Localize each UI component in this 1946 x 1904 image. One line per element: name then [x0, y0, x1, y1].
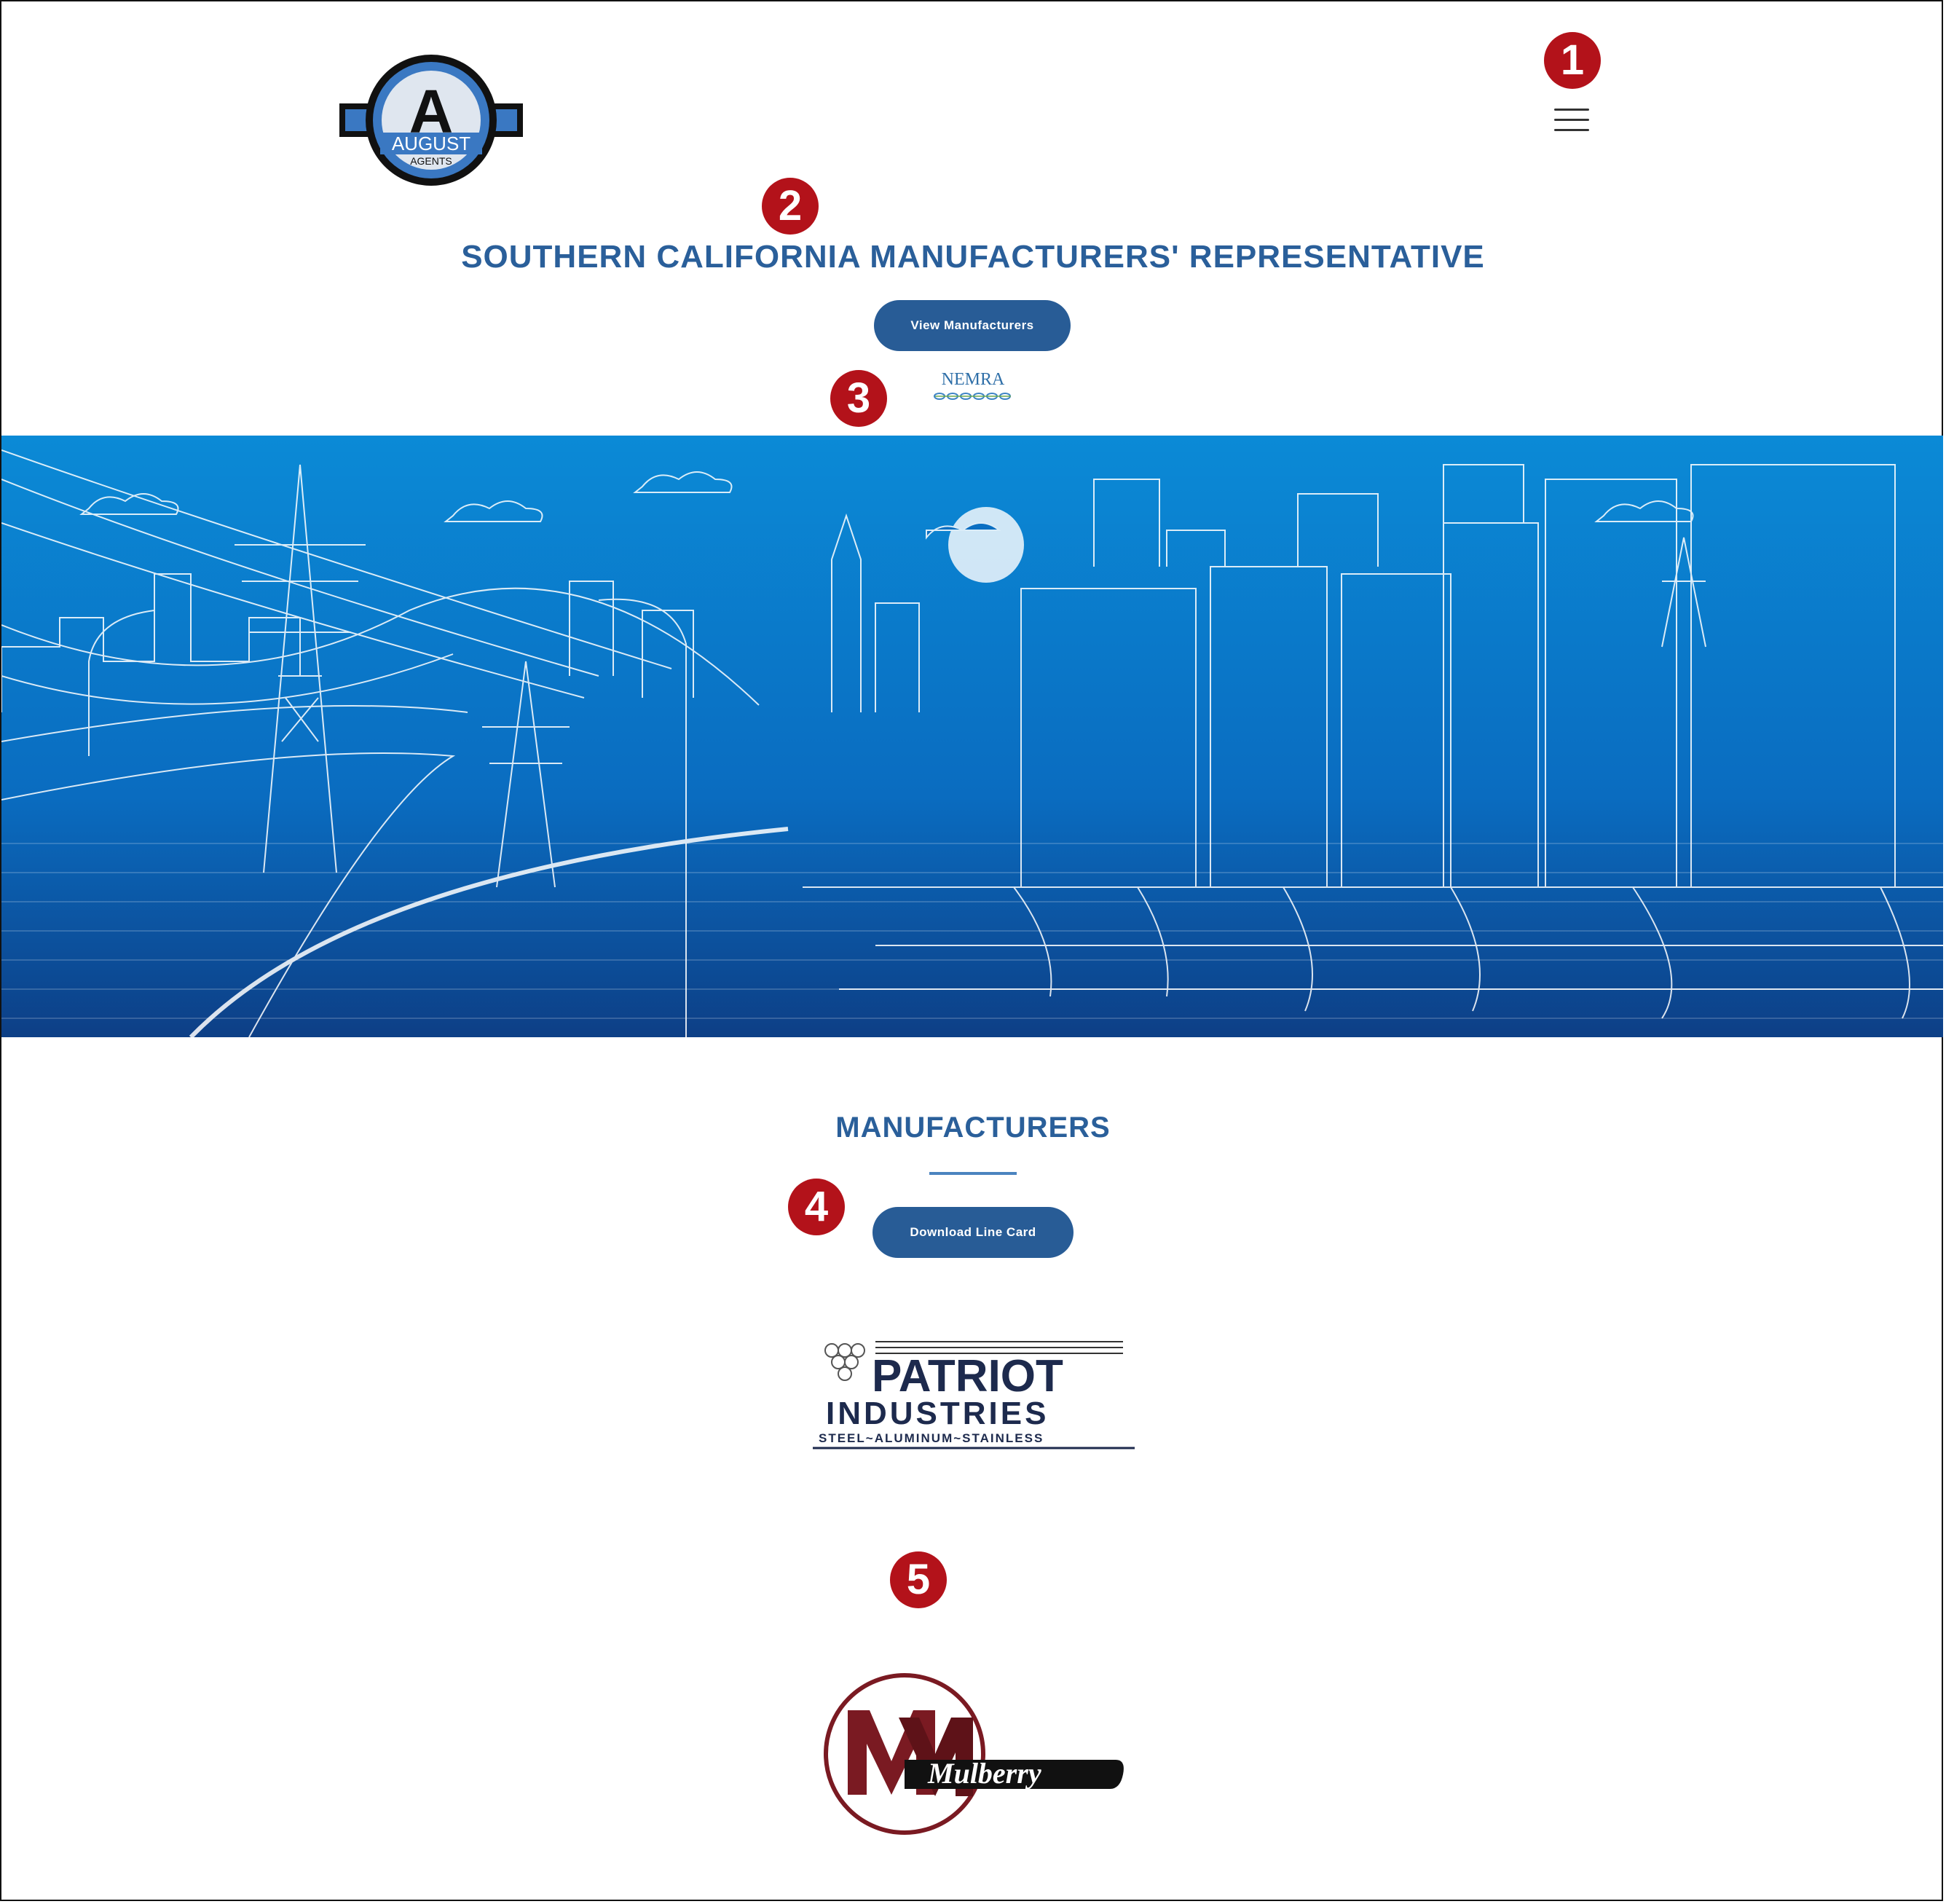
svg-text:NEMRA: NEMRA [942, 370, 1005, 389]
step-marker-5: 5 [890, 1551, 947, 1608]
mulberry-logo[interactable]: Mulberry [819, 1668, 1127, 1840]
svg-text:Mulberry: Mulberry [927, 1757, 1041, 1790]
hamburger-line [1554, 109, 1589, 111]
step-marker-3: 3 [830, 370, 887, 427]
svg-text:INDUSTRIES: INDUSTRIES [826, 1396, 1049, 1431]
step-marker-4: 4 [788, 1179, 845, 1235]
hamburger-line [1554, 129, 1589, 131]
download-line-card-button[interactable]: Download Line Card [872, 1207, 1074, 1258]
step-marker-2: 2 [762, 178, 819, 235]
view-manufacturers-button[interactable]: View Manufacturers [874, 300, 1071, 351]
manufacturers-heading: MANUFACTURERS [835, 1112, 1111, 1144]
hamburger-menu-icon[interactable] [1551, 106, 1595, 135]
patriot-industries-logo[interactable]: PATRIOT INDUSTRIES STEEL~ALUMINUM~STAINL… [810, 1340, 1138, 1449]
hamburger-line [1554, 119, 1589, 121]
august-agents-logo[interactable]: A AUGUST AGENTS [336, 51, 526, 189]
svg-text:AGENTS: AGENTS [410, 155, 452, 167]
svg-text:PATRIOT: PATRIOT [872, 1351, 1063, 1401]
heading-divider [929, 1172, 1017, 1175]
svg-text:STEEL~ALUMINUM~STAINLESS: STEEL~ALUMINUM~STAINLESS [819, 1431, 1044, 1445]
nemra-logo[interactable]: NEMRA [932, 369, 1014, 405]
svg-text:AUGUST: AUGUST [392, 133, 470, 154]
city-power-dam-illustration [1, 436, 1943, 1037]
step-marker-1: 1 [1544, 32, 1601, 89]
page-title: SOUTHERN CALIFORNIA MANUFACTURERS' REPRE… [461, 239, 1485, 275]
